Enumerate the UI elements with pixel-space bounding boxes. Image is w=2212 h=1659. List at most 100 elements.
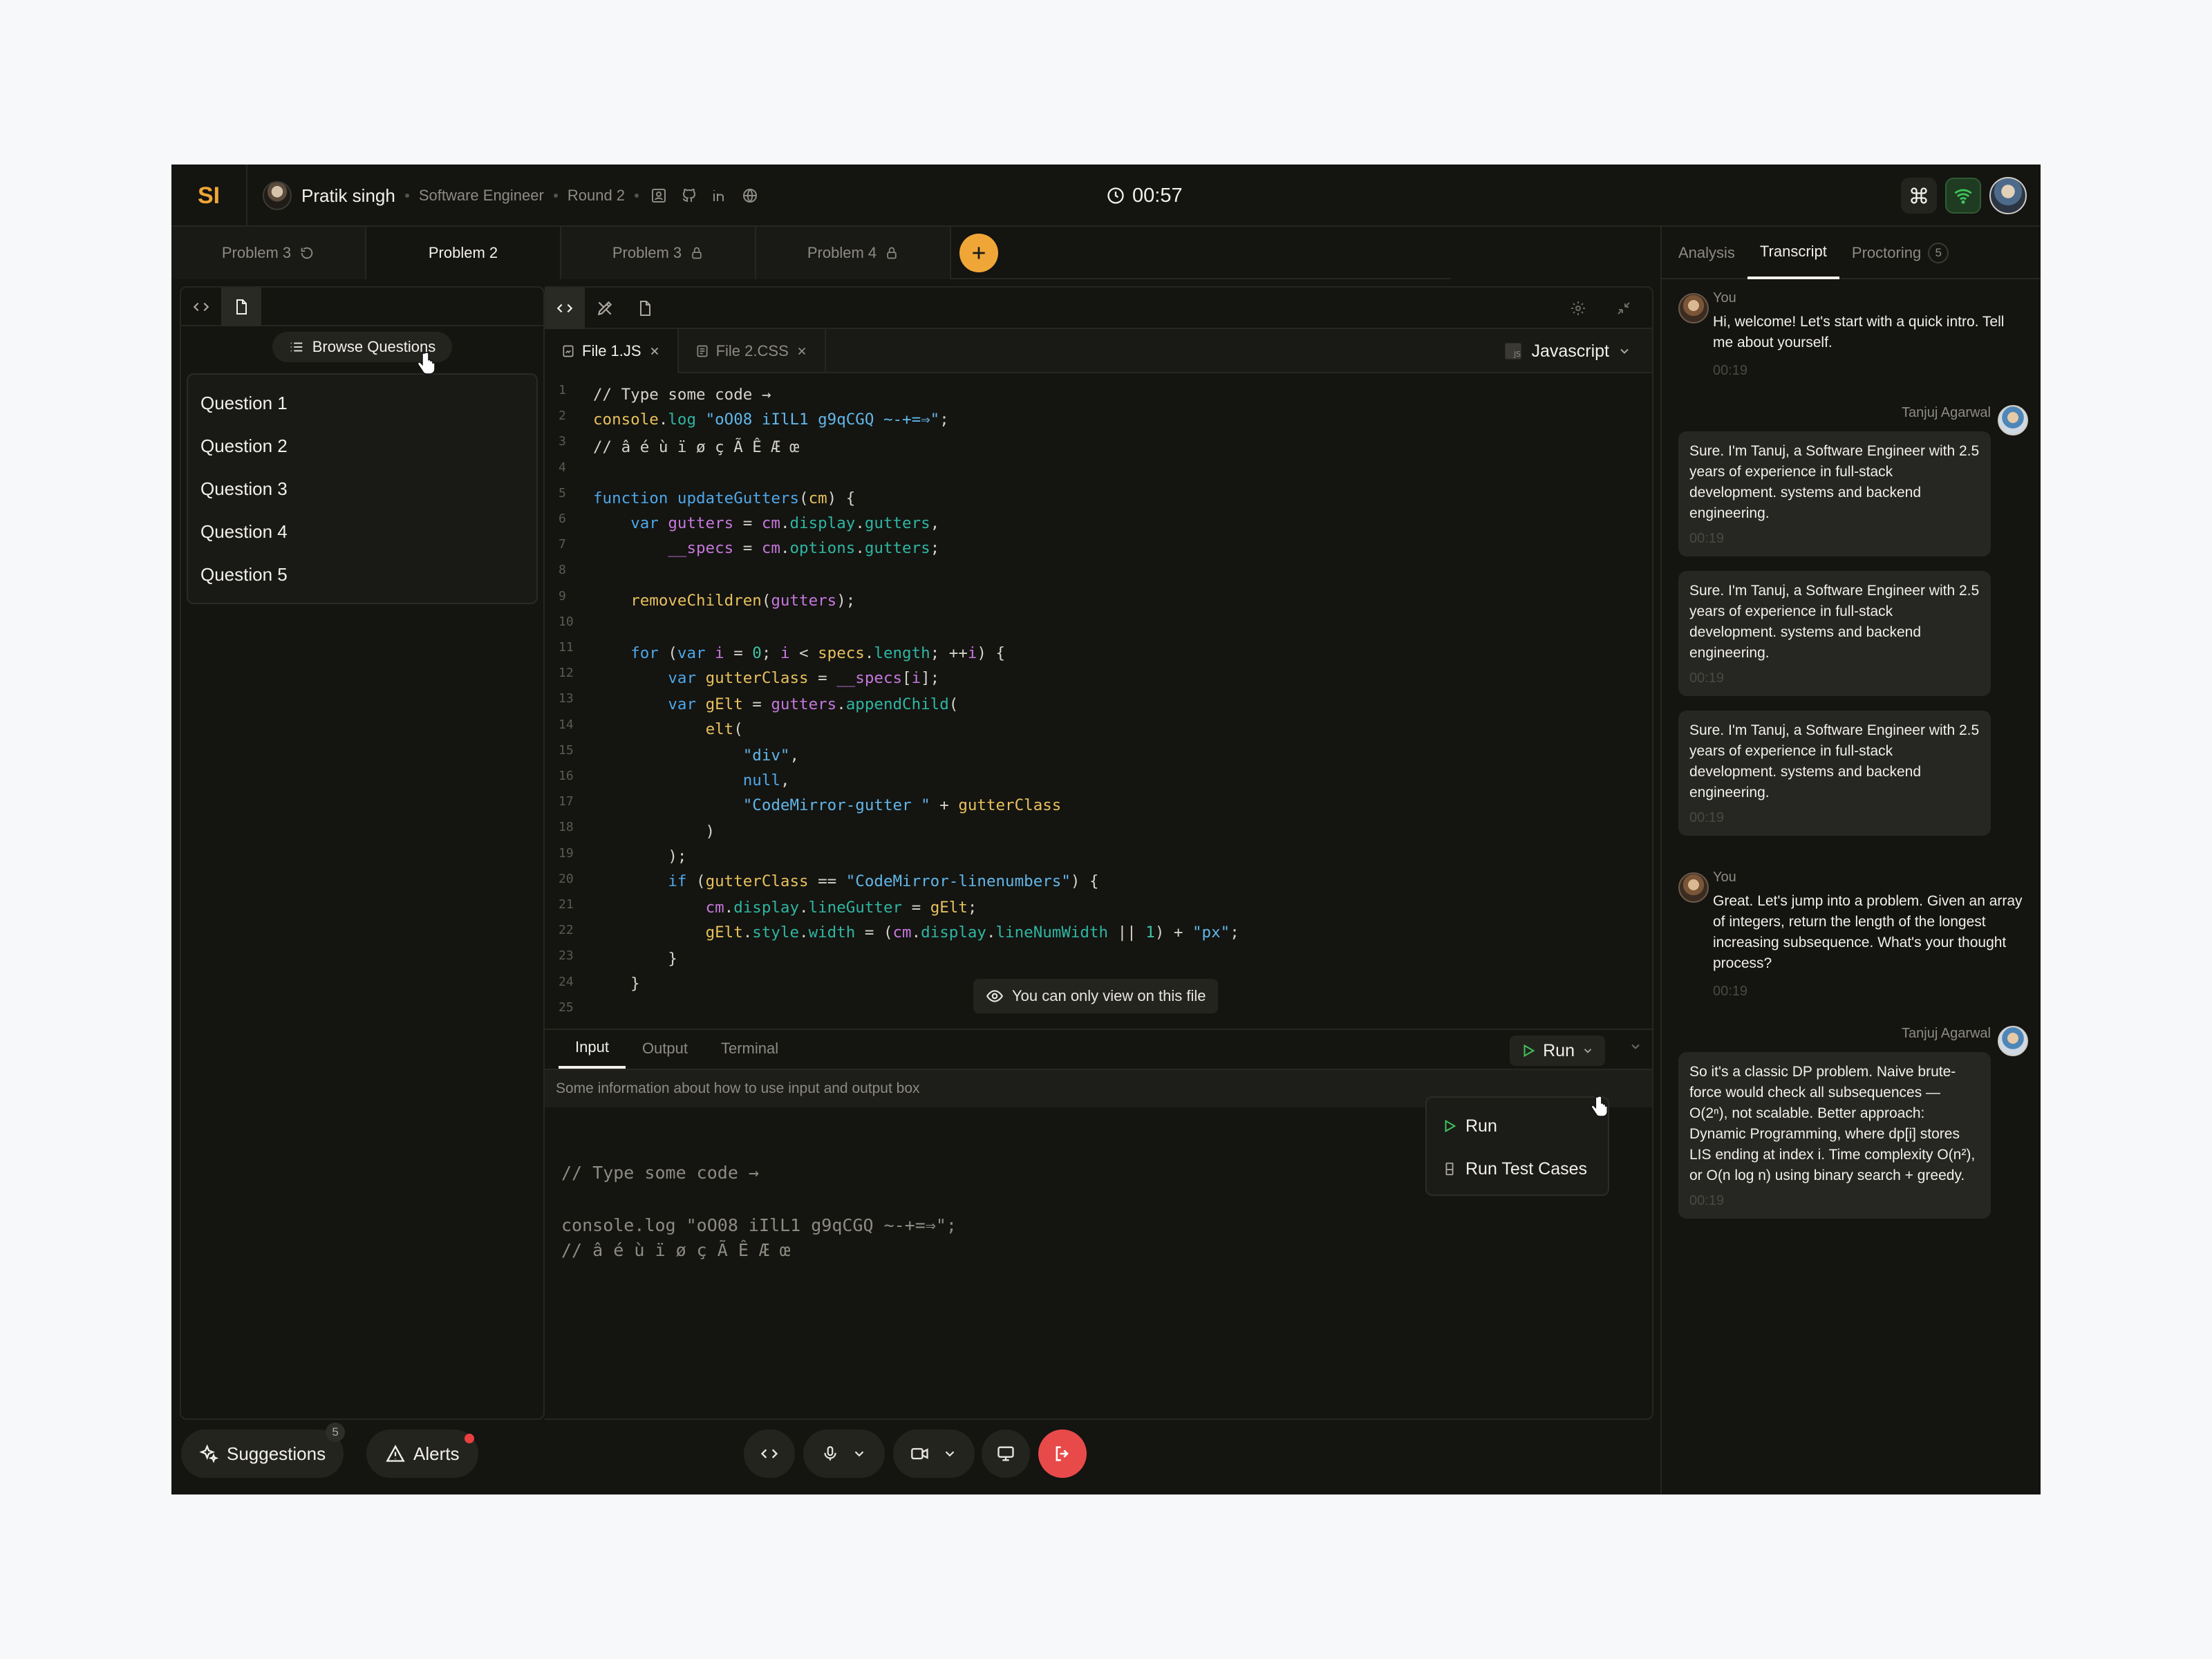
suggestions-button[interactable]: Suggestions 5 — [181, 1423, 346, 1478]
side-panel: Analysis Transcript Proctoring 5 You Hi,… — [1660, 227, 2041, 1494]
add-problem-button[interactable] — [959, 234, 998, 272]
command-button[interactable] — [1901, 178, 1937, 214]
line-number: 11 — [559, 640, 574, 655]
input-code-line[interactable]: // Type some code → — [561, 1163, 759, 1183]
code-line: gElt.style.width = (cm.display.lineNumWi… — [705, 924, 1239, 941]
code-share-button[interactable] — [744, 1430, 795, 1478]
connection-status[interactable] — [1945, 178, 1981, 214]
code-editor-panel: File 1.JS File 2.CSS JS Javascript 12345… — [545, 286, 1653, 1420]
run-button[interactable]: Run — [1510, 1035, 1605, 1066]
question-item[interactable]: Question 3 — [188, 467, 536, 510]
code-line: } — [593, 975, 640, 993]
wifi-icon — [1954, 189, 1972, 204]
microphone-icon — [824, 1446, 836, 1461]
speaker-name: You — [1713, 290, 1736, 306]
leave-call-button[interactable] — [1038, 1430, 1087, 1478]
run-menu-item[interactable]: Run — [1432, 1105, 1602, 1147]
candidate-avatar — [263, 181, 292, 210]
language-select[interactable]: JS Javascript — [1503, 337, 1631, 365]
question-item[interactable]: Question 2 — [188, 424, 536, 467]
eye-icon — [986, 990, 1004, 1002]
avatar — [1998, 1026, 2028, 1056]
tab-proctoring[interactable]: Proctoring 5 — [1839, 227, 1961, 279]
transcript-message: Sure. I'm Tanuj, a Software Engineer wit… — [1678, 431, 1991, 556]
question-item[interactable]: Question 5 — [188, 553, 536, 596]
line-number: 21 — [559, 897, 574, 912]
document-view-button[interactable] — [221, 288, 261, 326]
notes-mode-button[interactable] — [625, 288, 665, 329]
file-tab-css[interactable]: File 2.CSS — [679, 329, 826, 373]
whiteboard-mode-button[interactable] — [585, 288, 625, 329]
code-view-button[interactable] — [181, 288, 221, 326]
code-line: function updateGutters(cm) { — [593, 489, 856, 507]
top-right-controls — [1901, 177, 2027, 214]
editor-toolbar — [545, 288, 1652, 329]
alerts-button[interactable]: Alerts — [366, 1430, 479, 1478]
collapse-editor-button[interactable] — [1604, 288, 1644, 329]
line-number: 7 — [559, 537, 566, 552]
linkedin-icon[interactable] — [709, 185, 730, 206]
collapse-io-button[interactable] — [1629, 1040, 1642, 1053]
input-code-line[interactable]: // â é ù ï ø ç Ã Ê Æ œ — [561, 1240, 790, 1260]
tab-output[interactable]: Output — [626, 1029, 704, 1069]
code-area[interactable]: 1 2 3 4 5 6 7 8 9 10 11 12 13 14 15 16 17 18 19 20 21 22 23 24 2… — [545, 373, 1652, 1026]
tab-problem-2[interactable]: Problem 2 — [366, 227, 561, 279]
message-time: 00:19 — [1713, 363, 1748, 378]
question-item[interactable]: Question 1 — [188, 382, 536, 424]
view-only-text: You can only view on this file — [1012, 987, 1206, 1004]
line-number: 3 — [559, 434, 566, 449]
screen-share-button[interactable] — [982, 1430, 1030, 1478]
code-line: var gutterClass = __specs[i]; — [668, 669, 940, 687]
editor-right-tools — [1558, 288, 1644, 329]
transcript-message: So it's a classic DP problem. Naive brut… — [1678, 1052, 1991, 1219]
message-time: 00:19 — [1689, 1193, 1725, 1208]
code-line: null, — [742, 771, 790, 789]
line-number: 23 — [559, 948, 574, 964]
tab-transcript[interactable]: Transcript — [1747, 227, 1839, 279]
run-test-cases-menu-item[interactable]: Run Test Cases — [1432, 1147, 1602, 1190]
code-mode-button[interactable] — [545, 288, 585, 329]
editor-settings-button[interactable] — [1558, 288, 1598, 329]
code-line: console.log "oO08 iIlL1 g9qCGQ ~-+=⇒"; — [593, 411, 949, 429]
close-icon[interactable] — [648, 345, 661, 357]
transcript-message: Sure. I'm Tanuj, a Software Engineer wit… — [1678, 571, 1991, 696]
message-time: 00:19 — [1713, 984, 1748, 999]
code-line: "div", — [742, 747, 800, 765]
code-line: elt( — [705, 720, 743, 738]
resume-icon[interactable] — [648, 185, 669, 206]
tab-input[interactable]: Input — [559, 1029, 626, 1069]
candidate-name: Pratik singh — [301, 185, 395, 206]
chevron-down-icon — [1620, 348, 1629, 354]
code-icon — [760, 1449, 778, 1459]
run-dropdown-menu: Run Run Test Cases — [1425, 1096, 1609, 1196]
tab-terminal[interactable]: Terminal — [704, 1029, 795, 1069]
file-tab-label: File 2.CSS — [715, 342, 789, 359]
candidate-role: Software Engineer — [418, 187, 544, 204]
code-icon — [193, 302, 209, 312]
input-code-line[interactable]: console.log "oO08 iIlL1 g9qCGQ ~-+=⇒"; — [561, 1215, 957, 1235]
github-icon[interactable] — [679, 185, 700, 206]
line-number: 18 — [559, 820, 574, 835]
avatar — [1998, 405, 2028, 435]
transcript-message: You Great. Let's jump into a problem. Gi… — [1713, 870, 2024, 1000]
file-tab-js[interactable]: File 1.JS — [545, 329, 679, 373]
line-number: 12 — [559, 666, 574, 681]
side-panel-tabs: Analysis Transcript Proctoring 5 — [1662, 227, 2041, 279]
video-camera-icon — [911, 1447, 928, 1460]
tab-problem-3-history[interactable]: Problem 3 — [171, 227, 366, 279]
chevron-down-icon — [854, 1451, 864, 1457]
close-icon[interactable] — [796, 345, 808, 357]
microphone-control[interactable] — [803, 1430, 885, 1478]
chevron-down-icon — [1631, 1044, 1640, 1049]
tab-problem-4-locked[interactable]: Problem 4 — [756, 227, 951, 279]
globe-icon[interactable] — [740, 185, 760, 206]
gear-icon — [1571, 301, 1585, 315]
tab-problem-3-locked[interactable]: Problem 3 — [561, 227, 756, 279]
tab-analysis[interactable]: Analysis — [1666, 227, 1747, 279]
camera-control[interactable] — [893, 1430, 975, 1478]
line-number: 4 — [559, 460, 566, 475]
question-item[interactable]: Question 4 — [188, 510, 536, 553]
warning-icon — [386, 1445, 405, 1462]
user-avatar[interactable] — [1989, 177, 2027, 214]
avatar — [1678, 872, 1709, 903]
